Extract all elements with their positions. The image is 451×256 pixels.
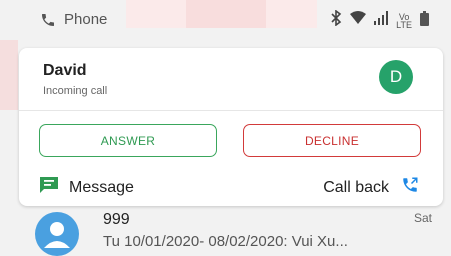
volte-indicator: Vo LTE (396, 11, 412, 30)
call-status: Incoming call (43, 85, 108, 97)
answer-button[interactable]: ANSWER (39, 124, 217, 157)
status-icons: Vo LTE (330, 9, 429, 31)
message-label: Message (69, 178, 134, 196)
app-name: Phone (64, 11, 108, 28)
message-icon (39, 176, 59, 199)
call-log-name: 999 (103, 211, 130, 228)
call-back-label: Call back (323, 178, 389, 196)
message-action[interactable]: Message (39, 176, 134, 199)
notification-app-header: Phone (40, 11, 107, 28)
background-left-accent (0, 40, 18, 110)
call-back-icon (401, 176, 419, 199)
call-back-action[interactable]: Call back (323, 176, 419, 199)
wifi-icon (350, 11, 367, 30)
call-log-day: Sat (413, 211, 432, 225)
phone-icon (40, 12, 56, 28)
signal-icon (374, 11, 389, 30)
call-log-preview: Tu 10/01/2020- 08/02/2020: Vui Xu... (103, 233, 348, 250)
incoming-call-notification[interactable]: David Incoming call D ANSWER DECLINE Mes… (19, 48, 443, 206)
call-log-item[interactable]: 999 Tu 10/01/2020- 08/02/2020: Vui Xu...… (0, 206, 451, 256)
bluetooth-icon (330, 9, 342, 31)
caller-avatar: D (379, 60, 413, 94)
divider (19, 110, 443, 111)
battery-icon (420, 10, 429, 31)
status-bar: Phone Vo LTE (0, 0, 451, 44)
decline-button[interactable]: DECLINE (243, 124, 421, 157)
contact-avatar-icon (35, 212, 79, 256)
caller-name: David (43, 62, 87, 79)
